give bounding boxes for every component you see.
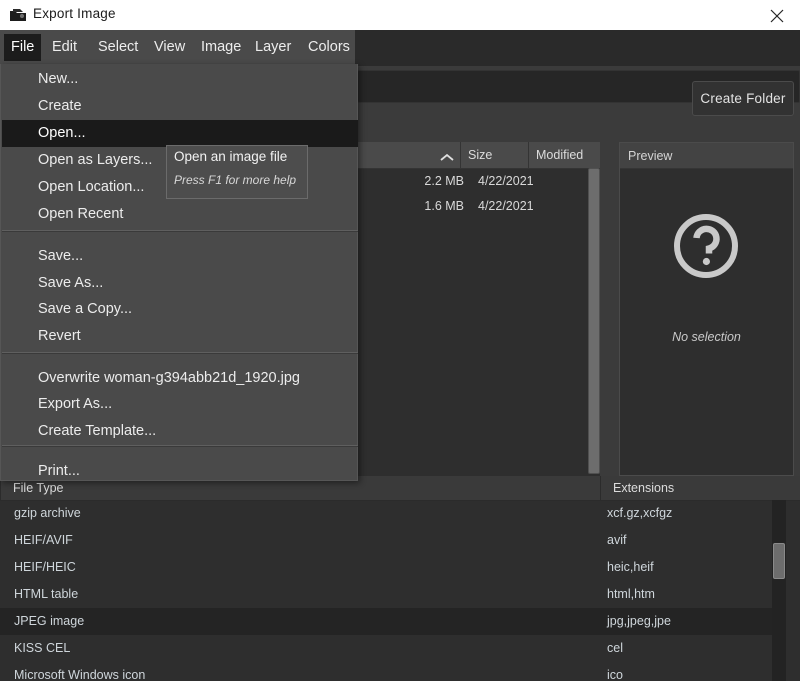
file-type-row[interactable]: Microsoft Windows icon ico: [0, 662, 782, 681]
file-type-scroll-thumb[interactable]: [773, 543, 785, 579]
file-menu-item-open-recent[interactable]: Open Recent: [2, 201, 358, 228]
file-menu-item-revert[interactable]: Revert: [2, 323, 358, 350]
preview-caption: No selection: [620, 330, 793, 344]
file-type-table[interactable]: File Type Extensions gzip archivexcf.gz,…: [0, 476, 800, 681]
preview-pane: Preview No selection: [619, 142, 794, 476]
cell-size: 2.2 MB: [406, 169, 464, 194]
menu-separator: [2, 352, 358, 354]
image-file-icon: [10, 8, 27, 22]
column-header-modified[interactable]: Modified: [528, 142, 588, 168]
title-bar: Export Image: [0, 0, 800, 31]
file-type-scrollbar[interactable]: [772, 500, 786, 681]
file-type-row[interactable]: KISS CEL cel: [0, 635, 782, 662]
file-type-row[interactable]: gzip archive xcf.gz,xcfgz: [0, 500, 782, 527]
window-title: Export Image: [33, 6, 116, 21]
cell-modified: 4/22/2021: [478, 194, 560, 219]
menubar-item-file[interactable]: File: [4, 34, 41, 61]
file-menu-item-save-as[interactable]: Save As...: [2, 270, 358, 297]
menu-separator: [2, 230, 358, 232]
cell-extensions: avif: [607, 527, 626, 554]
preview-header: Preview: [620, 143, 793, 169]
file-menu-item-export-as[interactable]: Export As...: [2, 391, 358, 418]
menubar-item-select[interactable]: Select: [91, 34, 145, 61]
file-menu-item-open[interactable]: Open...: [2, 120, 358, 147]
question-mark-icon: [671, 211, 741, 281]
tooltip-title: Open an image file: [174, 149, 287, 164]
cell-file-type: JPEG image: [14, 608, 84, 635]
file-menu-item-print[interactable]: Print...: [2, 458, 358, 485]
file-menu-item-overwrite-woman-g394abb21d-1920-jpg[interactable]: Overwrite woman-g394abb21d_1920.jpg: [2, 365, 358, 392]
file-menu-item-create-template[interactable]: Create Template...: [2, 418, 358, 445]
column-header-extensions[interactable]: Extensions: [600, 476, 772, 500]
tooltip-hint: Press F1 for more help: [174, 173, 296, 187]
cell-modified: 4/22/2021: [478, 169, 560, 194]
file-list-scrollbar[interactable]: [588, 168, 600, 476]
file-list-scroll-thumb[interactable]: [588, 168, 600, 474]
export-image-dialog: Export Image Create Folder Size Modified: [0, 0, 800, 681]
menubar-item-image[interactable]: Image: [194, 34, 248, 61]
cell-file-type: HTML table: [14, 581, 78, 608]
cell-extensions: jpg,jpeg,jpe: [607, 608, 671, 635]
cell-file-type: Microsoft Windows icon: [14, 662, 145, 681]
cell-file-type: HEIF/AVIF: [14, 527, 73, 554]
menubar-item-view[interactable]: View: [147, 34, 192, 61]
cell-file-type: HEIF/HEIC: [14, 554, 76, 581]
file-type-row[interactable]: HEIF/HEIC heic,heif: [0, 554, 782, 581]
file-menu-item-new[interactable]: New...: [2, 66, 358, 93]
menubar-item-colors[interactable]: Colors: [301, 34, 357, 61]
close-button[interactable]: [754, 0, 800, 30]
create-folder-button[interactable]: Create Folder: [692, 81, 794, 116]
file-menu-item-save[interactable]: Save...: [2, 243, 358, 270]
column-header-size[interactable]: Size: [460, 142, 528, 168]
menubar-item-layer[interactable]: Layer: [248, 34, 298, 61]
chevron-up-icon: [440, 150, 454, 159]
cell-extensions: xcf.gz,xcfgz: [607, 500, 672, 527]
menubar-item-edit[interactable]: Edit: [45, 34, 84, 61]
cell-extensions: html,htm: [607, 581, 655, 608]
file-menu-item-save-a-copy[interactable]: Save a Copy...: [2, 296, 358, 323]
file-menu-dropdown[interactable]: New...CreateOpen...Open as Layers...Open…: [0, 64, 358, 481]
cell-file-type: KISS CEL: [14, 635, 70, 662]
cell-extensions: heic,heif: [607, 554, 654, 581]
cell-file-type: gzip archive: [14, 500, 81, 527]
file-type-row[interactable]: JPEG image jpg,jpeg,jpe: [0, 608, 782, 635]
cell-extensions: cel: [607, 635, 623, 662]
cell-size: 1.6 MB: [406, 194, 464, 219]
file-type-row[interactable]: HEIF/AVIF avif: [0, 527, 782, 554]
menu-tooltip: Open an image file Press F1 for more hel…: [166, 145, 308, 199]
file-type-row[interactable]: HTML table html,htm: [0, 581, 782, 608]
menu-separator: [2, 445, 358, 447]
menu-bar: FileEdit SelectViewImageLayerColors: [0, 30, 800, 66]
cell-extensions: ico: [607, 662, 623, 681]
file-menu-item-create[interactable]: Create: [2, 93, 358, 120]
